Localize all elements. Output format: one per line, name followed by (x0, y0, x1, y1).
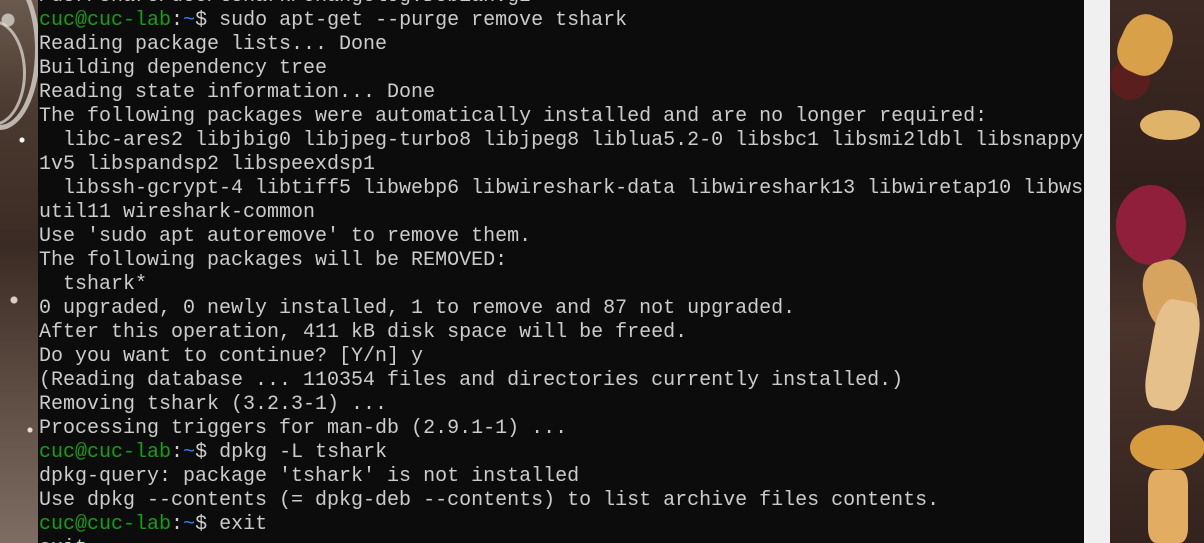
cookie-decoration (1140, 110, 1200, 140)
terminal-prompt-line: cuc@cuc-lab:~$ exit (39, 513, 1083, 537)
terminal-line: (Reading database ... 110354 files and d… (39, 369, 904, 392)
terminal-line: The following packages were automaticall… (39, 105, 988, 128)
prompt-colon: : (171, 513, 184, 536)
terminal-line: Do you want to continue? [Y/n] y (39, 345, 424, 368)
terminal-line: Reading package lists... Done (39, 33, 388, 56)
terminal-window[interactable]: /usr/share/doc/tshark/changelog.Debian.g… (38, 0, 1084, 543)
terminal-line-partial: exit (39, 537, 1083, 543)
terminal-line: util11 wireshark-common (39, 201, 316, 224)
terminal-command: exit (219, 513, 268, 536)
prompt-user-host: cuc@cuc-lab (39, 441, 172, 464)
cookie-decoration (1148, 470, 1188, 543)
terminal-line: Reading state information... Done (39, 81, 436, 104)
terminal-line: After this operation, 411 kB disk space … (39, 321, 688, 344)
desktop-background-left (0, 0, 40, 543)
prompt-user-host: cuc@cuc-lab (39, 513, 172, 536)
terminal-prompt-line: cuc@cuc-lab:~$ sudo apt-get --purge remo… (39, 9, 1083, 33)
terminal-command: sudo apt-get --purge remove tshark (219, 9, 628, 32)
terminal-line: tshark* (39, 273, 148, 296)
terminal-line: 1v5 libspandsp2 libspeexdsp1 (39, 153, 376, 176)
berry-decoration (1116, 185, 1186, 265)
terminal-line: Use dpkg --contents (= dpkg-deb --conten… (39, 489, 940, 512)
terminal-line: Building dependency tree (39, 57, 328, 80)
prompt-symbol: $ (195, 513, 220, 536)
terminal-line: Processing triggers for man-db (2.9.1-1)… (39, 417, 568, 440)
prompt-user-host: cuc@cuc-lab (39, 9, 172, 32)
terminal-line: dpkg-query: package 'tshark' is not inst… (39, 465, 580, 488)
cookie-decoration (1130, 425, 1204, 470)
terminal-line-partial: /usr/share/doc/tshark/changelog.Debian.g… (39, 0, 1083, 9)
terminal-prompt-line: cuc@cuc-lab:~$ dpkg -L tshark (39, 441, 1083, 465)
prompt-path: ~ (183, 513, 196, 536)
prompt-symbol: $ (195, 441, 220, 464)
prompt-symbol: $ (195, 9, 220, 32)
terminal-scrollbar[interactable] (1084, 0, 1110, 543)
terminal-line: The following packages will be REMOVED: (39, 249, 508, 272)
terminal-line: Use 'sudo apt autoremove' to remove them… (39, 225, 532, 248)
desktop-background-right (1110, 0, 1204, 543)
prompt-colon: : (171, 441, 184, 464)
prompt-path: ~ (183, 9, 196, 32)
terminal-output[interactable]: /usr/share/doc/tshark/changelog.Debian.g… (39, 0, 1083, 543)
terminal-line: libc-ares2 libjbig0 libjpeg-turbo8 libjp… (39, 129, 1084, 152)
terminal-line: libssh-gcrypt-4 libtiff5 libwebp6 libwir… (39, 177, 1084, 200)
prompt-path: ~ (183, 441, 196, 464)
terminal-line: Removing tshark (3.2.3-1) ... (39, 393, 388, 416)
terminal-command: dpkg -L tshark (219, 441, 388, 464)
prompt-colon: : (171, 9, 184, 32)
terminal-line: 0 upgraded, 0 newly installed, 1 to remo… (39, 297, 796, 320)
